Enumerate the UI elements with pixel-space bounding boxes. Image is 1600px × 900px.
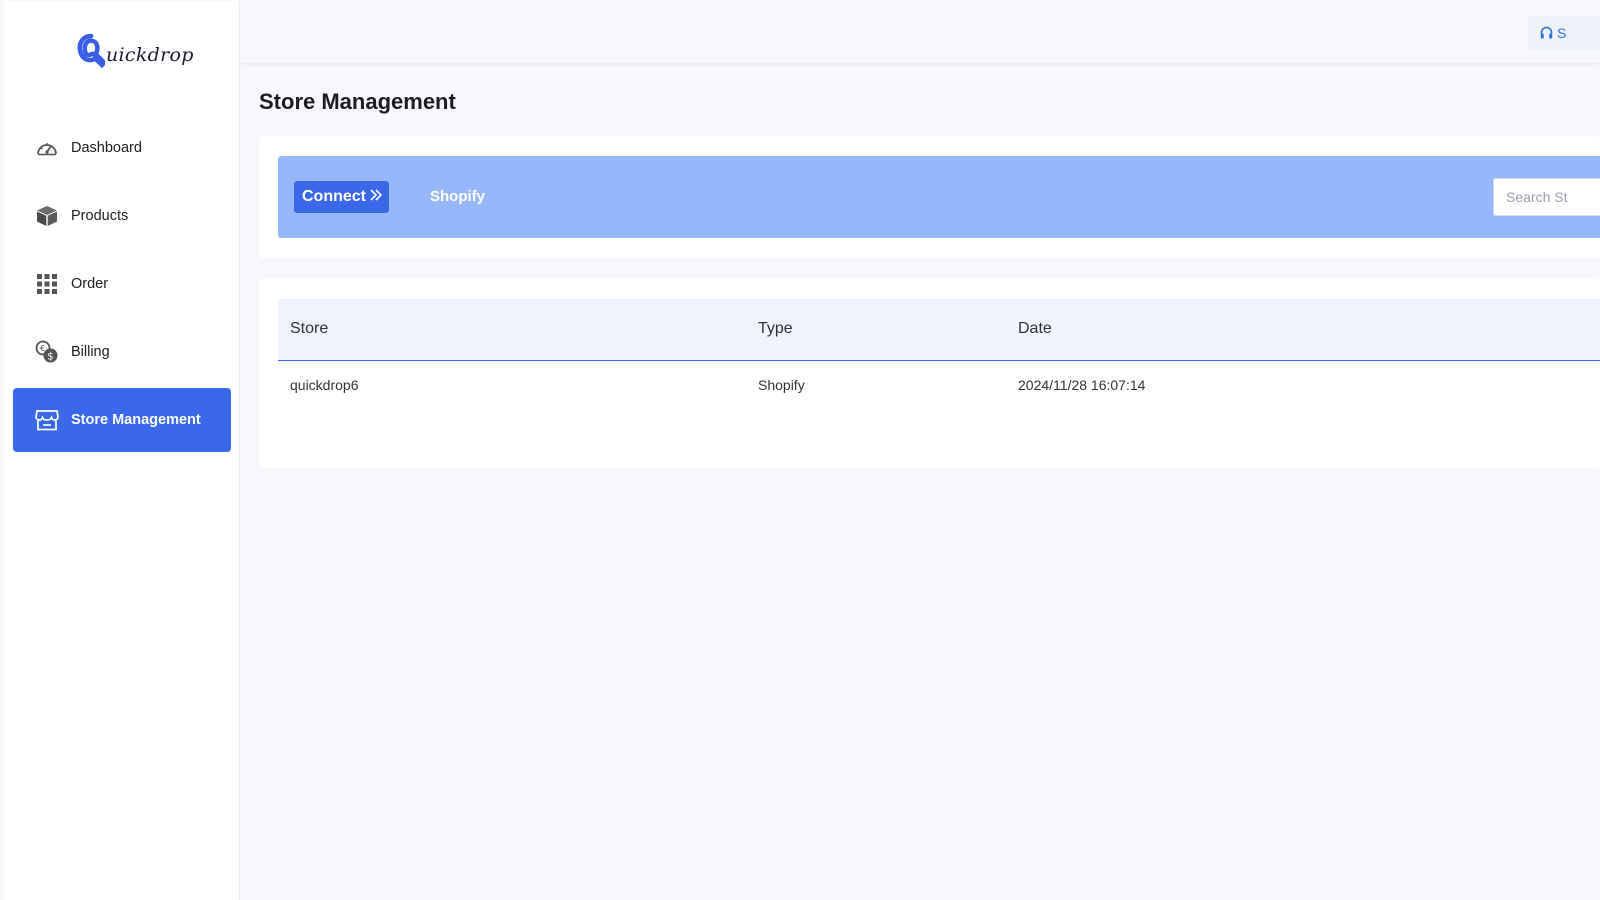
top-header: S <box>240 0 1600 64</box>
column-header-date: Date <box>1018 320 1052 337</box>
sidebar-nav: Dashboard Products Order € $ Billing Sto… <box>13 116 231 456</box>
svg-text:€: € <box>40 344 45 353</box>
cell-date: 2024/11/28 16:07:14 <box>1018 377 1146 393</box>
search-store-input[interactable]: Search St <box>1493 178 1600 216</box>
support-label: S <box>1557 25 1567 41</box>
headset-icon <box>1540 26 1553 40</box>
logo-q-mark-icon <box>77 33 105 69</box>
cell-type: Shopify <box>758 377 805 393</box>
column-header-store: Store <box>290 320 329 337</box>
connect-card: Connect Shopify Search St <box>259 136 1600 258</box>
double-chevron-right-icon <box>369 188 383 207</box>
svg-text:$: $ <box>47 352 53 363</box>
box-icon <box>35 204 59 228</box>
sidebar: uickdrop Dashboard Products Order € $ Bi… <box>4 1 240 900</box>
dashboard-gauge-icon <box>35 136 59 160</box>
tab-shopify[interactable]: Shopify <box>430 188 485 205</box>
stores-table-card: Store Type Date quickdrop6 Shopify 2024/… <box>259 279 1600 468</box>
sidebar-item-products[interactable]: Products <box>13 184 231 248</box>
connect-banner: Connect Shopify Search St <box>278 156 1600 238</box>
table-row[interactable]: quickdrop6 Shopify 2024/11/28 16:07:14 <box>278 361 1600 411</box>
sidebar-item-label: Dashboard <box>71 140 142 156</box>
connect-button[interactable]: Connect <box>294 181 389 213</box>
page-title: Store Management <box>259 89 456 114</box>
sidebar-item-label: Order <box>71 276 109 292</box>
sidebar-item-store-management[interactable]: Store Management <box>13 388 231 452</box>
stores-table: Store Type Date quickdrop6 Shopify 2024/… <box>278 299 1600 411</box>
app-frame: uickdrop Dashboard Products Order € $ Bi… <box>0 0 1600 900</box>
column-header-type: Type <box>758 320 793 337</box>
logo[interactable]: uickdrop <box>77 29 194 69</box>
sidebar-item-order[interactable]: Order <box>13 252 231 316</box>
grid-icon <box>35 272 59 296</box>
sidebar-item-label: Billing <box>71 344 110 360</box>
sidebar-item-label: Store Management <box>71 412 201 428</box>
logo-text: uickdrop <box>106 44 194 66</box>
connect-label: Connect <box>302 188 366 205</box>
sidebar-item-label: Products <box>71 208 129 224</box>
store-icon <box>35 408 59 432</box>
support-button[interactable]: S <box>1528 16 1600 50</box>
sidebar-item-billing[interactable]: € $ Billing <box>13 320 231 384</box>
coins-icon: € $ <box>35 340 59 364</box>
cell-store: quickdrop6 <box>290 377 359 393</box>
table-header: Store Type Date <box>278 299 1600 361</box>
sidebar-item-dashboard[interactable]: Dashboard <box>13 116 231 180</box>
